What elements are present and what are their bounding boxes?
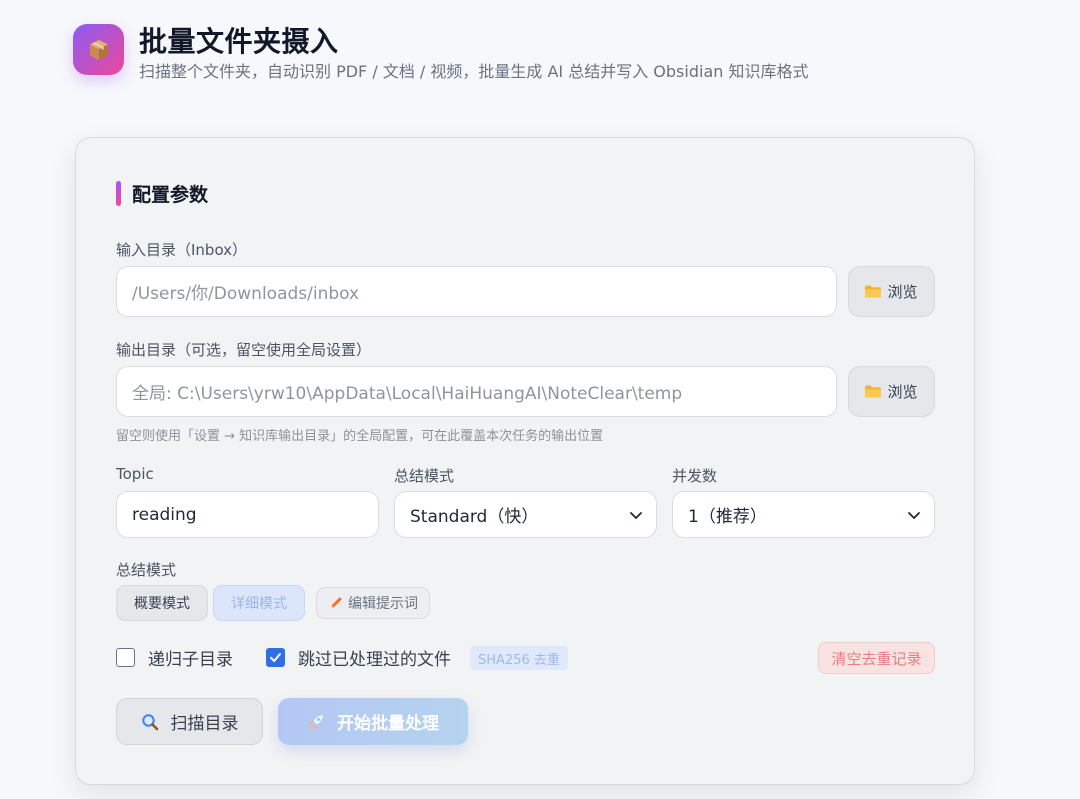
output-dir-label: 输出目录（可选，留空使用全局设置） bbox=[116, 341, 372, 359]
scan-directory-button[interactable]: 扫描目录 bbox=[116, 698, 263, 745]
pencil-icon bbox=[330, 596, 342, 608]
edit-prompt-label: 编辑提示词 bbox=[348, 596, 418, 612]
concurrency-select-value: 1（推荐） bbox=[688, 507, 767, 527]
topic-input[interactable]: reading bbox=[116, 491, 379, 538]
search-icon bbox=[141, 713, 158, 730]
skip-processed-checkbox[interactable] bbox=[266, 648, 285, 667]
recursive-option[interactable]: 递归子目录 bbox=[116, 645, 233, 670]
section-accent-bar bbox=[116, 181, 121, 206]
detailed-mode-chip[interactable]: 详细模式 bbox=[213, 585, 305, 621]
start-batch-label: 开始批量处理 bbox=[337, 714, 439, 734]
page-subtitle: 扫描整个文件夹，自动识别 PDF / 文档 / 视频，批量生成 AI 总结并写入… bbox=[139, 62, 809, 81]
topic-label: Topic bbox=[116, 465, 154, 483]
brief-mode-chip[interactable]: 概要模式 bbox=[116, 585, 208, 621]
config-card: 配置参数 输入目录（Inbox） /Users/你/Downloads/inbo… bbox=[75, 137, 975, 785]
summary-mode-select[interactable]: Standard（快） bbox=[394, 491, 657, 538]
chevron-down-icon bbox=[630, 511, 642, 519]
concurrency-select[interactable]: 1（推荐） bbox=[672, 491, 935, 538]
browse-output-button[interactable]: 浏览 bbox=[848, 366, 935, 417]
section-title-text: 配置参数 bbox=[132, 184, 209, 206]
rocket-icon bbox=[308, 714, 323, 729]
browse-output-label: 浏览 bbox=[887, 383, 918, 401]
page-header: 批量文件夹摄入 扫描整个文件夹，自动识别 PDF / 文档 / 视频，批量生成 … bbox=[73, 24, 808, 83]
skip-processed-label: 跳过已处理过的文件 bbox=[298, 650, 451, 670]
summary-mode-select-label: 总结模式 bbox=[394, 467, 455, 485]
checkmark-icon bbox=[270, 653, 281, 662]
summary-mode-select-value: Standard（快） bbox=[410, 507, 539, 527]
recursive-label: 递归子目录 bbox=[148, 650, 233, 670]
skip-processed-option[interactable]: 跳过已处理过的文件 bbox=[266, 645, 451, 670]
input-dir-field[interactable]: /Users/你/Downloads/inbox bbox=[116, 266, 837, 317]
recursive-checkbox[interactable] bbox=[116, 648, 135, 667]
input-dir-label: 输入目录（Inbox） bbox=[116, 241, 248, 259]
app-logo bbox=[73, 24, 124, 75]
page-title: 批量文件夹摄入 bbox=[139, 25, 339, 58]
start-batch-button[interactable]: 开始批量处理 bbox=[278, 698, 468, 745]
browse-input-label: 浏览 bbox=[887, 283, 918, 301]
folder-icon bbox=[865, 385, 882, 398]
summary-mode-chips-label: 总结模式 bbox=[116, 561, 177, 579]
package-icon bbox=[89, 39, 108, 60]
output-dir-field[interactable]: 全局: C:\Users\yrw10\AppData\Local\HaiHuan… bbox=[116, 366, 837, 417]
folder-icon bbox=[865, 285, 882, 298]
sha256-badge: SHA256 去重 bbox=[470, 646, 568, 670]
clear-dedupe-button[interactable]: 清空去重记录 bbox=[818, 642, 935, 674]
concurrency-label: 并发数 bbox=[672, 467, 718, 485]
section-title: 配置参数 bbox=[116, 180, 208, 207]
edit-prompt-button[interactable]: 编辑提示词 bbox=[316, 587, 430, 619]
chevron-down-icon bbox=[908, 511, 920, 519]
scan-directory-label: 扫描目录 bbox=[170, 714, 239, 734]
output-dir-hint: 留空则使用「设置 → 知识库输出目录」的全局配置，可在此覆盖本次任务的输出位置 bbox=[116, 429, 604, 444]
browse-input-button[interactable]: 浏览 bbox=[848, 266, 935, 317]
